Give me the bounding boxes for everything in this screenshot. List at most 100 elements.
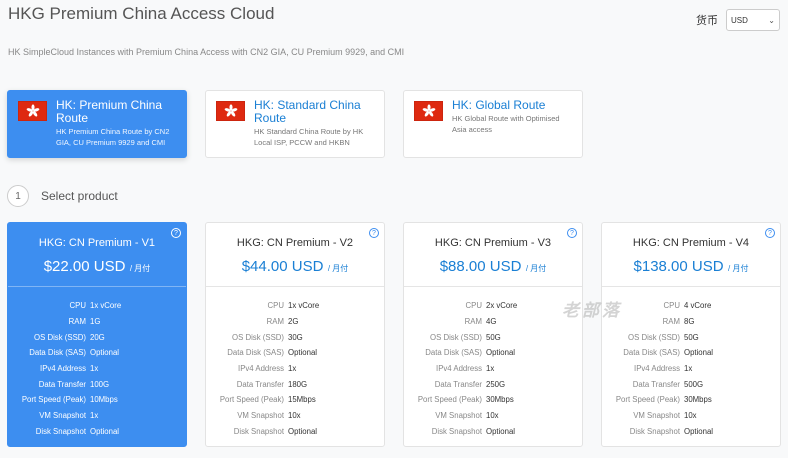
spec-value: 1G bbox=[90, 317, 101, 327]
spec-row: Data Disk (SAS) Optional bbox=[602, 345, 780, 361]
spec-row: Data Transfer 250G bbox=[404, 376, 582, 392]
currency-selector: 货币 USD ⌄ bbox=[696, 9, 780, 31]
spec-row: OS Disk (SSD) 30G bbox=[206, 329, 384, 345]
spec-label: Data Disk (SAS) bbox=[425, 348, 482, 358]
divider bbox=[404, 286, 582, 287]
spec-value: 10x bbox=[486, 411, 499, 421]
spec-label: OS Disk (SSD) bbox=[34, 332, 86, 342]
spec-row: VM Snapshot 10x bbox=[206, 408, 384, 424]
spec-row: Disk Snapshot Optional bbox=[8, 424, 186, 440]
spec-label: Port Speed (Peak) bbox=[417, 395, 482, 405]
product-list: ? HKG: CN Premium - V1 $22.00 USD / 月付 C… bbox=[7, 222, 781, 447]
spec-label: Disk Snapshot bbox=[431, 426, 482, 436]
spec-row: OS Disk (SSD) 50G bbox=[404, 329, 582, 345]
spec-label: IPv4 Address bbox=[40, 364, 86, 374]
spec-value: 500G bbox=[684, 379, 704, 389]
billing-cycle: / 月付 bbox=[525, 264, 547, 273]
spec-value: 1x bbox=[288, 364, 297, 374]
spec-value: 30G bbox=[288, 332, 303, 342]
spec-value: 10x bbox=[684, 411, 697, 421]
spec-row: RAM 4G bbox=[404, 314, 582, 330]
spec-label: VM Snapshot bbox=[435, 411, 482, 421]
product-card[interactable]: ? HKG: CN Premium - V1 $22.00 USD / 月付 C… bbox=[7, 222, 187, 447]
spec-value: 4G bbox=[486, 317, 497, 327]
spec-row: Data Transfer 100G bbox=[8, 376, 186, 392]
spec-row: IPv4 Address 1x bbox=[206, 361, 384, 377]
spec-label: VM Snapshot bbox=[237, 411, 284, 421]
spec-value: Optional bbox=[684, 348, 714, 358]
billing-cycle: / 月付 bbox=[327, 264, 349, 273]
product-price: $88.00 USD bbox=[439, 258, 522, 275]
category-global[interactable]: HK: Global Route HK Global Route with Op… bbox=[403, 90, 583, 158]
product-name: HKG: CN Premium - V2 bbox=[236, 237, 354, 249]
spec-row: Port Speed (Peak) 15Mbps bbox=[206, 392, 384, 408]
page-subtitle: HK SimpleCloud Instances with Premium Ch… bbox=[8, 47, 405, 57]
spec-value: 250G bbox=[486, 379, 506, 389]
spec-value: 20G bbox=[90, 332, 105, 342]
spec-label: Data Disk (SAS) bbox=[623, 348, 680, 358]
spec-row: OS Disk (SSD) 50G bbox=[602, 329, 780, 345]
page-title: HKG Premium China Access Cloud bbox=[8, 4, 275, 23]
step-number: 1 bbox=[7, 185, 29, 207]
spec-label: Port Speed (Peak) bbox=[219, 395, 284, 405]
spec-row: CPU 4 vCore bbox=[602, 298, 780, 314]
product-price-block: $88.00 USD / 月付 bbox=[404, 258, 582, 276]
spec-row: Disk Snapshot Optional bbox=[206, 424, 384, 440]
spec-label: RAM bbox=[464, 317, 482, 327]
spec-table: CPU 1x vCore RAM 1G OS Disk (SSD) 20G Data … bbox=[8, 298, 186, 439]
spec-table: CPU 2x vCore RAM 4G OS Disk (SSD) 50G Data … bbox=[404, 298, 582, 439]
spec-value: 2G bbox=[288, 317, 299, 327]
spec-label: VM Snapshot bbox=[633, 411, 680, 421]
spec-label: VM Snapshot bbox=[39, 411, 86, 421]
spec-row: OS Disk (SSD) 20G bbox=[8, 329, 186, 345]
divider bbox=[8, 286, 186, 287]
spec-row: VM Snapshot 1x bbox=[8, 408, 186, 424]
hk-flag-icon bbox=[18, 101, 47, 121]
product-price-block: $44.00 USD / 月付 bbox=[206, 258, 384, 276]
spec-row: Port Speed (Peak) 30Mbps bbox=[602, 392, 780, 408]
spec-value: Optional bbox=[288, 426, 318, 436]
category-premium-china[interactable]: HK: Premium China Route HK Premium China… bbox=[7, 90, 187, 158]
category-list: HK: Premium China Route HK Premium China… bbox=[7, 90, 583, 158]
watermark: 老部落 bbox=[562, 301, 622, 320]
spec-row: IPv4 Address 1x bbox=[602, 361, 780, 377]
spec-label: IPv4 Address bbox=[238, 364, 284, 374]
spec-table: CPU 1x vCore RAM 2G OS Disk (SSD) 30G Data … bbox=[206, 298, 384, 439]
product-card[interactable]: ? HKG: CN Premium - V4 $138.00 USD / 月付 … bbox=[601, 222, 781, 447]
spec-value: 15Mbps bbox=[288, 395, 316, 405]
spec-label: CPU bbox=[267, 301, 284, 311]
spec-value: 8G bbox=[684, 317, 695, 327]
category-standard-china[interactable]: HK: Standard China Route HK Standard Chi… bbox=[205, 90, 385, 158]
spec-label: Port Speed (Peak) bbox=[21, 395, 86, 405]
product-card[interactable]: ? HKG: CN Premium - V3 $88.00 USD / 月付 C… bbox=[403, 222, 583, 447]
category-desc: HK Standard China Route by HK Local ISP,… bbox=[254, 127, 364, 147]
spec-label: RAM bbox=[266, 317, 284, 327]
step-header: 1 Select product bbox=[7, 185, 118, 207]
spec-label: OS Disk (SSD) bbox=[232, 332, 284, 342]
spec-value: 50G bbox=[486, 332, 501, 342]
step-label: Select product bbox=[41, 189, 118, 203]
spec-value: Optional bbox=[486, 426, 516, 436]
product-price: $138.00 USD bbox=[633, 258, 724, 275]
spec-value: Optional bbox=[288, 348, 318, 358]
spec-table: CPU 4 vCore RAM 8G OS Disk (SSD) 50G Data D… bbox=[602, 298, 780, 439]
spec-label: Data Transfer bbox=[236, 379, 284, 389]
product-card[interactable]: ? HKG: CN Premium - V2 $44.00 USD / 月付 C… bbox=[205, 222, 385, 447]
product-name: HKG: CN Premium - V3 bbox=[434, 237, 552, 249]
spec-row: Data Transfer 500G bbox=[602, 376, 780, 392]
spec-value: 50G bbox=[684, 332, 699, 342]
spec-row: Disk Snapshot Optional bbox=[602, 424, 780, 440]
spec-label: OS Disk (SSD) bbox=[430, 332, 482, 342]
billing-cycle: / 月付 bbox=[728, 264, 749, 273]
product-price-block: $138.00 USD / 月付 bbox=[602, 258, 780, 276]
spec-row: Port Speed (Peak) 10Mbps bbox=[8, 392, 186, 408]
category-desc: HK Premium China Route by CN2 GIA, CU Pr… bbox=[56, 127, 170, 147]
spec-row: VM Snapshot 10x bbox=[602, 408, 780, 424]
product-price-block: $22.00 USD / 月付 bbox=[8, 258, 186, 276]
category-desc: HK Global Route with Optimised Asia acce… bbox=[452, 114, 560, 134]
currency-select[interactable]: USD ⌄ bbox=[726, 9, 780, 31]
spec-row: Data Disk (SAS) Optional bbox=[404, 345, 582, 361]
category-title: HK: Standard China Route bbox=[254, 98, 361, 125]
spec-value: Optional bbox=[486, 348, 516, 358]
currency-value: USD bbox=[731, 15, 748, 25]
